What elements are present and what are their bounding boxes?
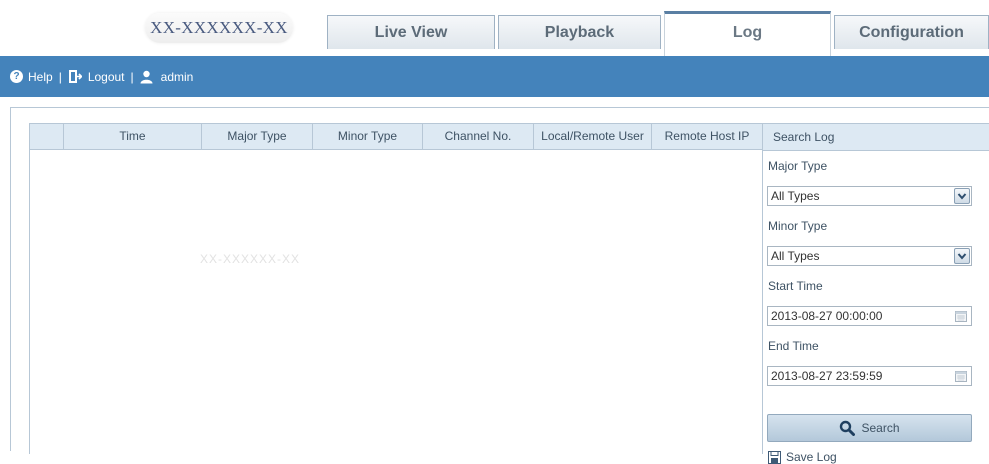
start-time-label: Start Time (768, 279, 823, 293)
log-table: Time Major Type Minor Type Channel No. L… (29, 123, 763, 454)
log-table-header: Time Major Type Minor Type Channel No. L… (30, 124, 762, 150)
major-type-value: All Types (771, 189, 820, 203)
tab-live-view[interactable]: Live View (327, 15, 495, 49)
end-time-label: End Time (768, 339, 819, 353)
help-label: Help (28, 69, 53, 84)
column-header-minor-type[interactable]: Minor Type (313, 124, 423, 149)
watermark-text: XX-XXXXXX-XX (199, 252, 301, 266)
help-icon: ? (10, 70, 23, 83)
column-header-major-type[interactable]: Major Type (202, 124, 313, 149)
save-log-link[interactable]: Save Log (768, 450, 837, 464)
chevron-down-icon[interactable] (954, 188, 970, 204)
column-header-channel-no[interactable]: Channel No. (423, 124, 534, 149)
log-content-area: Time Major Type Minor Type Channel No. L… (10, 107, 989, 464)
nav-separator: | (58, 69, 62, 84)
logout-icon (68, 70, 82, 83)
column-header-select (30, 124, 64, 149)
chevron-down-icon[interactable] (954, 248, 970, 264)
column-header-time[interactable]: Time (64, 124, 202, 149)
column-header-remote-host-ip[interactable]: Remote Host IP (652, 124, 762, 149)
start-time-value: 2013-08-27 00:00:00 (771, 309, 883, 323)
search-button[interactable]: Search (767, 414, 972, 442)
minor-type-select[interactable]: All Types (767, 246, 972, 266)
tab-log[interactable]: Log (664, 11, 831, 56)
calendar-icon[interactable] (955, 370, 967, 382)
help-link[interactable]: ? Help (10, 70, 53, 84)
search-log-panel: Search Log Major Type All Types Minor Ty… (762, 123, 989, 464)
search-icon (840, 420, 856, 436)
major-type-label: Major Type (768, 159, 828, 173)
logout-label: Logout (87, 69, 125, 84)
major-type-select[interactable]: All Types (767, 186, 972, 206)
nav-separator: | (130, 69, 134, 84)
end-time-input[interactable]: 2013-08-27 23:59:59 (767, 366, 972, 386)
start-time-input[interactable]: 2013-08-27 00:00:00 (767, 306, 972, 326)
minor-type-label: Minor Type (768, 219, 828, 233)
nav-bar: ? Help | Logout | admin (0, 56, 989, 97)
search-button-label: Search (861, 421, 900, 435)
top-header: XX-XXXXXX-XX Live View Playback Log Conf… (0, 0, 989, 56)
tab-configuration[interactable]: Configuration (834, 15, 989, 49)
logout-link[interactable]: Logout (68, 69, 125, 84)
user-info: admin (140, 69, 194, 84)
username-label: admin (160, 69, 194, 84)
tab-playback[interactable]: Playback (498, 15, 661, 49)
search-log-title: Search Log (763, 124, 989, 151)
end-time-value: 2013-08-27 23:59:59 (771, 369, 883, 383)
minor-type-value: All Types (771, 249, 820, 263)
save-icon (768, 450, 781, 464)
user-icon (140, 70, 153, 83)
save-log-label: Save Log (786, 450, 837, 464)
calendar-icon[interactable] (955, 310, 967, 322)
column-header-user[interactable]: Local/Remote User (534, 124, 652, 149)
device-model-logo: XX-XXXXXX-XX (145, 13, 293, 43)
